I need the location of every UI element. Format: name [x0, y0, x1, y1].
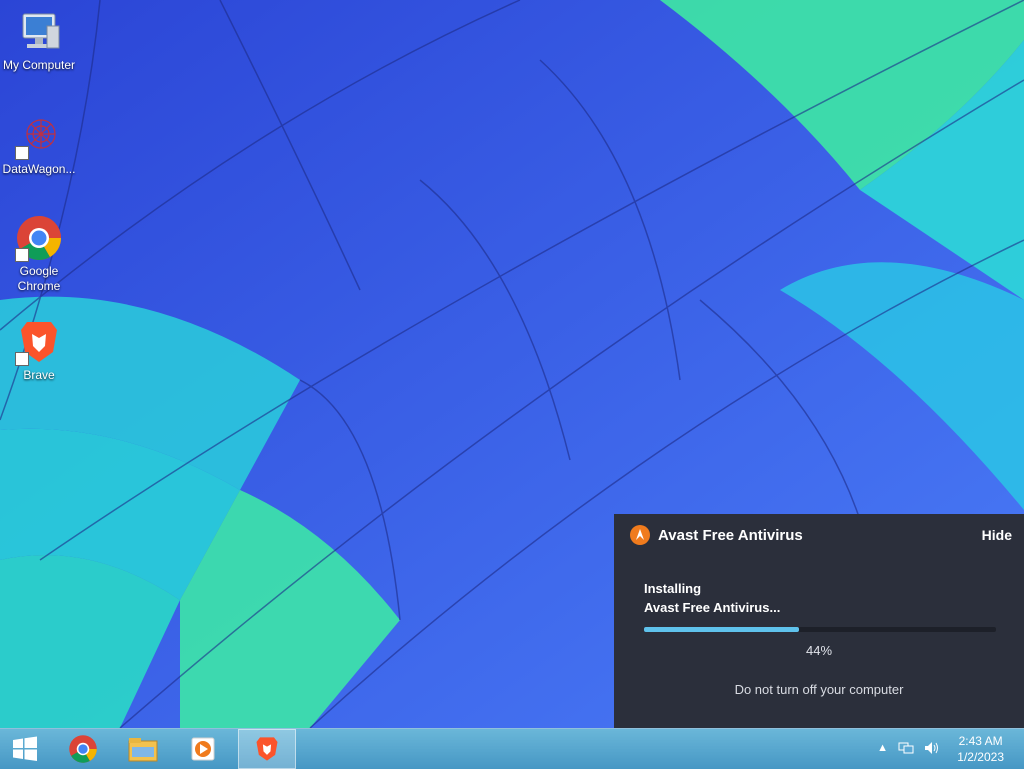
chrome-icon: [69, 735, 97, 763]
install-warning: Do not turn off your computer: [734, 682, 904, 697]
desktop-icon-google-chrome[interactable]: Google Chrome: [0, 214, 78, 294]
install-product-name: Avast Free Antivirus...: [644, 600, 781, 615]
media-player-icon: [191, 737, 215, 761]
shortcut-arrow-icon: [15, 146, 29, 160]
taskbar-chrome[interactable]: [58, 729, 108, 769]
start-button[interactable]: [0, 729, 50, 769]
desktop-icon-label: DataWagon...: [2, 162, 76, 176]
windows-logo-icon: [13, 736, 37, 761]
shortcut-arrow-icon: [15, 248, 29, 262]
brave-icon: [15, 318, 63, 366]
desktop-icon-my-computer[interactable]: My Computer: [0, 8, 78, 73]
install-progress-fill: [644, 627, 799, 632]
volume-icon[interactable]: [924, 741, 940, 755]
shortcut-arrow-icon: [15, 352, 29, 366]
computer-icon: [15, 8, 63, 56]
install-status-line: Installing: [644, 581, 702, 596]
install-percent: 44%: [805, 643, 833, 658]
hide-button[interactable]: Hide: [982, 527, 1012, 543]
desktop-icon-label: Google Chrome: [17, 264, 61, 293]
datawagon-icon: [15, 112, 63, 160]
system-tray: ▲: [877, 741, 940, 755]
taskbar: ▲ 2:43 AM 1/2/2023: [0, 728, 1024, 769]
desktop-icon-label: Brave: [23, 368, 55, 382]
clock-time: 2:43 AM: [958, 734, 1003, 748]
desktop-icon-label: My Computer: [2, 58, 76, 72]
avast-installer-panel: Avast Free Antivirus Hide Installing Ava…: [614, 514, 1024, 728]
avast-header: Avast Free Antivirus: [630, 525, 803, 545]
desktop-icon-datawagon[interactable]: DataWagon...: [0, 112, 78, 177]
avast-title: Avast Free Antivirus: [658, 526, 803, 544]
taskbar-clock[interactable]: 2:43 AM 1/2/2023: [957, 733, 1004, 765]
taskbar-brave[interactable]: [238, 729, 296, 769]
chrome-icon: [15, 214, 63, 262]
desktop: My Computer DataWagon... Google Chrome B…: [0, 0, 1024, 728]
network-icon[interactable]: [898, 741, 914, 755]
clock-date: 1/2/2023: [957, 750, 1004, 764]
avast-logo-icon: [630, 525, 650, 545]
taskbar-media-player[interactable]: [178, 729, 228, 769]
show-hidden-icons-chevron-icon[interactable]: ▲: [877, 742, 888, 754]
folder-icon: [128, 738, 158, 762]
brave-icon: [256, 737, 278, 761]
install-progress-bar: [644, 627, 996, 632]
desktop-icon-brave[interactable]: Brave: [0, 318, 78, 383]
taskbar-file-explorer[interactable]: [118, 729, 168, 769]
